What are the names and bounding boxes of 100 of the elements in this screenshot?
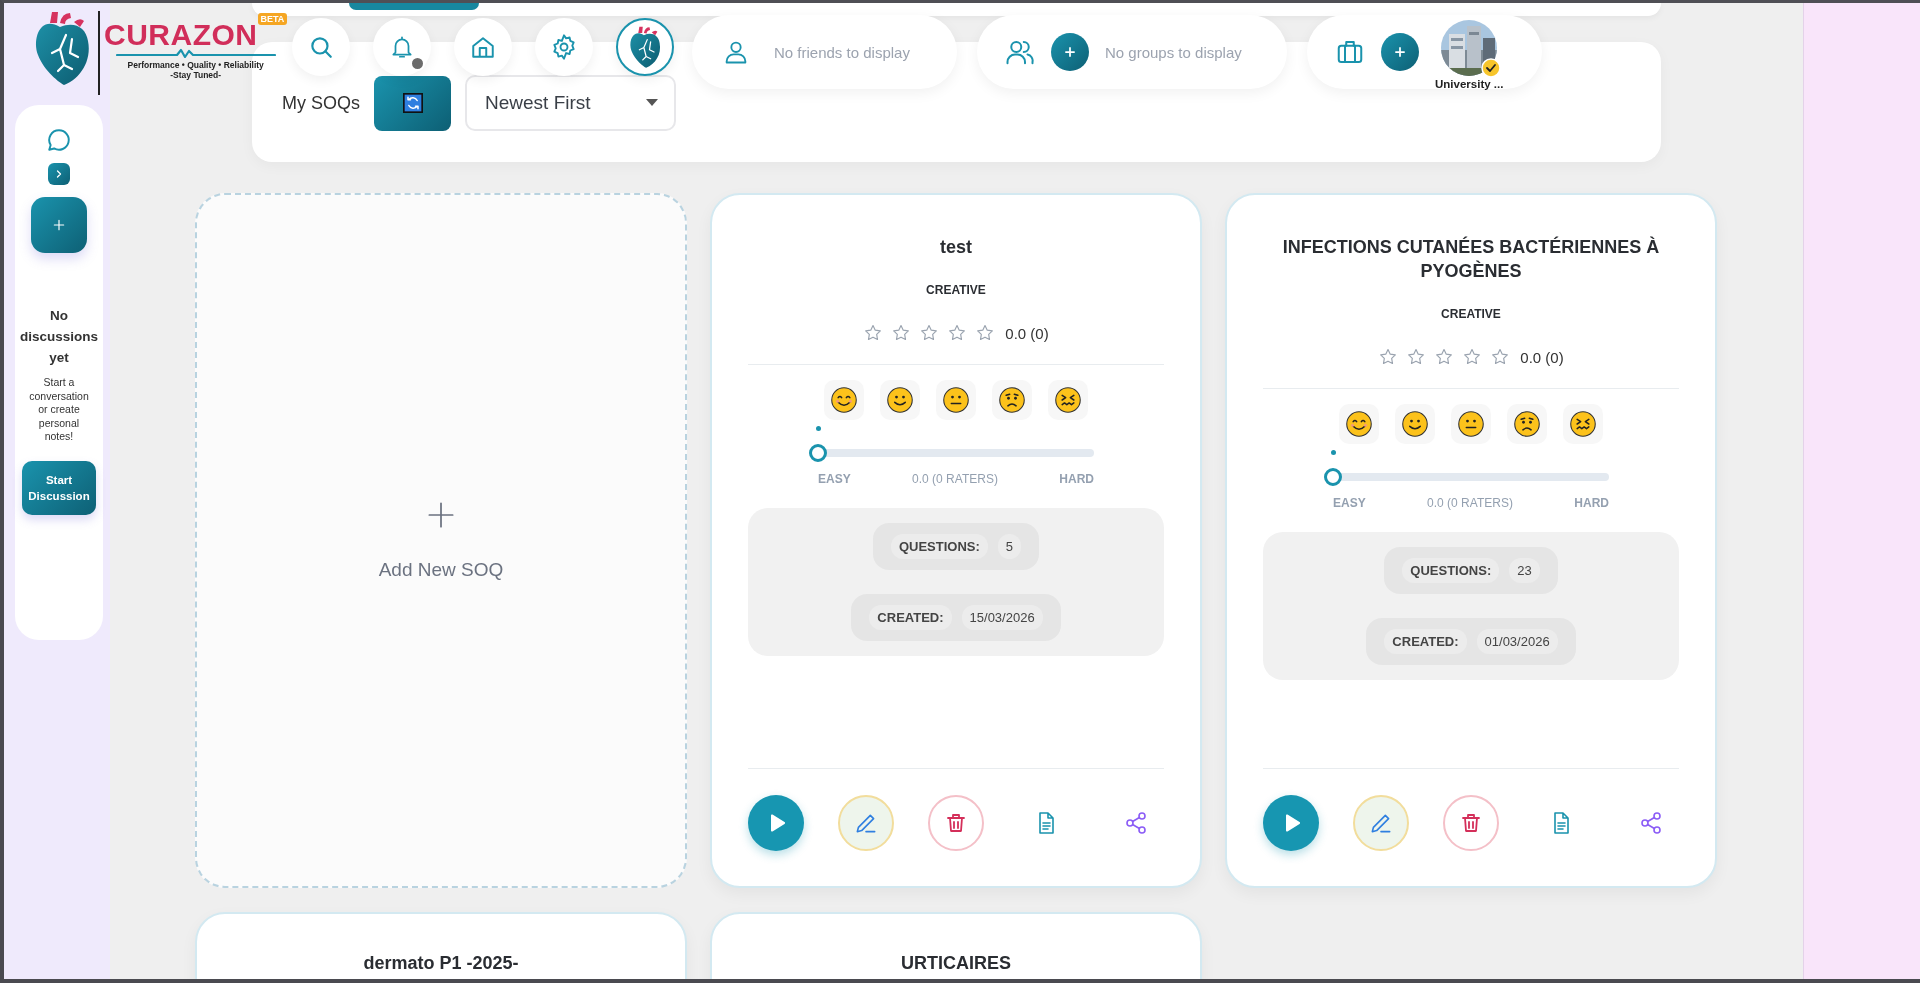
- edit-button[interactable]: [838, 795, 894, 851]
- profile-button[interactable]: [616, 18, 674, 76]
- emoji-button[interactable]: [1563, 404, 1603, 444]
- empty-text: No groups to display: [1105, 43, 1242, 61]
- add-university-button[interactable]: [1381, 33, 1419, 71]
- play-button[interactable]: [1263, 795, 1319, 851]
- slightly-smiling-face-icon: [886, 386, 914, 414]
- expand-button[interactable]: [48, 163, 70, 185]
- star-icon: [863, 323, 884, 343]
- hard-label: HARD: [1059, 472, 1094, 486]
- rating-value: 0.0 (0): [1005, 324, 1049, 342]
- soq-title: INFECTIONS CUTANÉES BACTÉRIENNES À PYOGÈNES: [1281, 235, 1661, 283]
- star-rating[interactable]: [863, 323, 996, 343]
- add-group-button[interactable]: [1051, 33, 1089, 71]
- share-icon: [1639, 811, 1663, 835]
- confounded-face-icon: [1054, 386, 1082, 414]
- easy-label: EASY: [818, 472, 851, 486]
- heart-logo-icon: [627, 24, 663, 70]
- empty-text: No friends to display: [774, 43, 910, 61]
- easy-label: EASY: [1333, 496, 1366, 510]
- emoji-button[interactable]: [1048, 380, 1088, 420]
- bell-icon: [389, 34, 415, 60]
- neutral-face-icon: [942, 386, 970, 414]
- plus-icon: [1393, 45, 1407, 59]
- level-marker: [1331, 450, 1336, 455]
- slider-thumb[interactable]: [809, 444, 827, 462]
- soq-title: test: [940, 236, 972, 259]
- worried-face-icon: [1513, 410, 1541, 438]
- home-icon: [470, 34, 496, 60]
- stat-label: QUESTIONS:: [890, 534, 988, 559]
- toolbar-button[interactable]: [349, 3, 479, 10]
- chat-icon: [46, 127, 72, 153]
- emoji-button[interactable]: [824, 380, 864, 420]
- emoji-button[interactable]: [1451, 404, 1491, 444]
- share-icon: [1124, 811, 1148, 835]
- logo-name: CURAZON: [104, 19, 258, 51]
- caret-icon: [646, 99, 658, 107]
- add-soq-card[interactable]: Add New SOQ: [195, 193, 687, 888]
- emoji-button[interactable]: [992, 380, 1032, 420]
- university-name: University ...: [1435, 78, 1504, 90]
- difficulty-reading: 0.0 (0 RATERS): [912, 472, 998, 486]
- plus-icon: [52, 218, 66, 232]
- hard-label: HARD: [1574, 496, 1609, 510]
- soq-type: CREATIVE: [1441, 307, 1501, 321]
- star-icon: [891, 323, 912, 343]
- pulse-line-icon: [115, 48, 276, 58]
- sort-dropdown[interactable]: Newest First: [465, 75, 676, 131]
- edit-button[interactable]: [1353, 795, 1409, 851]
- slightly-smiling-face-icon: [1401, 410, 1429, 438]
- search-icon: [308, 34, 334, 60]
- star-icon: [947, 323, 968, 343]
- rating-value: 0.0 (0): [1520, 348, 1564, 366]
- star-rating[interactable]: [1378, 347, 1511, 367]
- section-title: My SOQs: [282, 92, 360, 114]
- logo-tagline: Performance • Quality • Reliability: [127, 60, 264, 70]
- soq-type: CREATIVE: [926, 283, 986, 297]
- refresh-button[interactable]: [374, 75, 451, 131]
- stat-value: 01/03/2026: [1476, 629, 1558, 654]
- plus-icon: [1063, 45, 1077, 59]
- settings-icon: [550, 33, 578, 61]
- star-icon: [919, 323, 940, 343]
- smiling-face-icon: [1345, 410, 1373, 438]
- star-icon: [1406, 347, 1427, 367]
- empty-title: No discussions yet: [19, 307, 99, 367]
- trash-icon: [1459, 811, 1483, 835]
- emoji-button[interactable]: [1395, 404, 1435, 444]
- stat-value: 5: [997, 534, 1022, 559]
- neutral-face-icon: [1457, 410, 1485, 438]
- smiling-face-icon: [830, 386, 858, 414]
- emoji-button[interactable]: [880, 380, 920, 420]
- stat-label: QUESTIONS:: [1402, 558, 1500, 583]
- new-discussion-button[interactable]: [31, 197, 87, 253]
- star-icon: [1462, 347, 1483, 367]
- worried-face-icon: [998, 386, 1026, 414]
- soq-title: URTICAIRES: [901, 952, 1011, 975]
- stat-label: CREATED:: [869, 605, 952, 630]
- start-discussion-button[interactable]: Start Discussion: [22, 460, 96, 515]
- soq-title: dermato P1 -2025-: [363, 952, 519, 975]
- refresh-icon: [402, 93, 423, 113]
- empty-text: Start a conversation or create personal notes!: [28, 376, 90, 444]
- stat-value: 15/03/2026: [961, 605, 1043, 630]
- university-avatar[interactable]: [1441, 20, 1498, 76]
- beta-badge: BETA: [257, 13, 288, 25]
- stat-label: CREATED:: [1384, 629, 1467, 654]
- star-icon: [1378, 347, 1399, 367]
- emoji-button[interactable]: [936, 380, 976, 420]
- star-icon: [1434, 347, 1455, 367]
- slider-thumb[interactable]: [1324, 468, 1342, 486]
- trash-icon: [944, 811, 968, 835]
- level-marker: [816, 426, 821, 431]
- delete-button[interactable]: [928, 795, 984, 851]
- stat-value: 23: [1509, 558, 1540, 583]
- play-button[interactable]: [748, 795, 804, 851]
- star-icon: [975, 323, 996, 343]
- star-icon: [1490, 347, 1511, 367]
- emoji-button[interactable]: [1339, 404, 1379, 444]
- confounded-face-icon: [1569, 410, 1597, 438]
- emoji-button[interactable]: [1507, 404, 1547, 444]
- logo-motto: -Stay Tuned-: [170, 70, 222, 80]
- delete-button[interactable]: [1443, 795, 1499, 851]
